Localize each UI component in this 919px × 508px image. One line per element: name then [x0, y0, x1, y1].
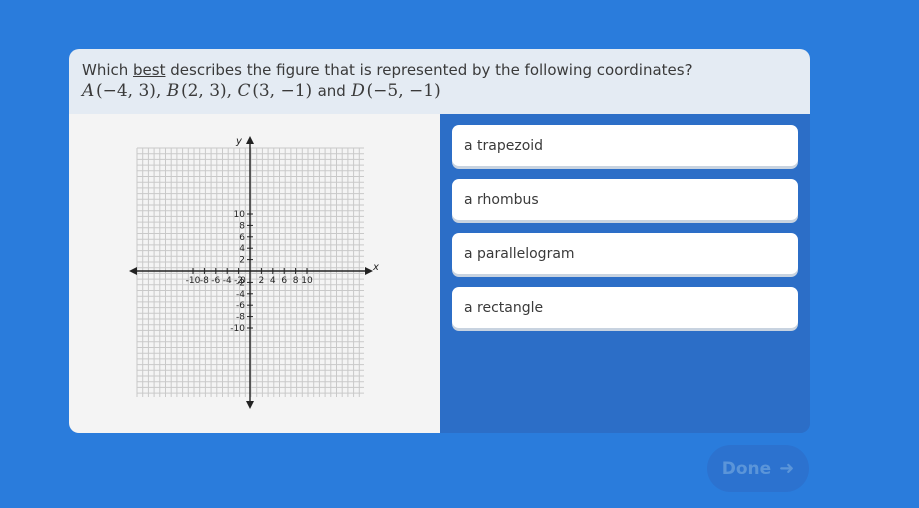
y-axis-arrow-up	[246, 136, 254, 144]
choice-label: a parallelogram	[464, 245, 575, 262]
choice-label: a trapezoid	[464, 137, 544, 154]
question-card: Which best describes the figure that is …	[69, 49, 810, 433]
x-tick-label: 2	[259, 276, 265, 286]
done-label: Done	[721, 458, 772, 479]
question-suffix: describes the figure that is represented…	[165, 61, 693, 79]
y-tick-label: -2	[236, 278, 245, 288]
x-tick-label: 8	[293, 276, 299, 286]
y-tick-label: 2	[239, 256, 245, 266]
x-tick-label: -10	[186, 276, 201, 286]
x-tick-label: 6	[281, 276, 287, 286]
x-tick-label: -4	[223, 276, 232, 286]
choice-parallelogram[interactable]: a parallelogram	[452, 233, 798, 274]
question-coordinates: A (−4, 3), B (2, 3), C (3, −1) and D (−5…	[82, 81, 441, 101]
graph-panel: x y -10 -8 -6 -4 -2 0 2 4 6 8 10 10 8 6 4 2 -2 -4 -6 -8 -10	[69, 114, 440, 433]
and-word: and	[317, 82, 346, 100]
x-tick-label: -6	[211, 276, 220, 286]
x-tick-label: 10	[301, 276, 313, 286]
y-tick-label: 4	[239, 244, 245, 254]
y-tick-label: -8	[236, 313, 245, 323]
choice-rectangle[interactable]: a rectangle	[452, 287, 798, 328]
point-b: B (2, 3)	[166, 81, 227, 101]
question-prefix: Which	[82, 61, 134, 79]
y-tick-label: 10	[234, 210, 246, 220]
point-a: A (−4, 3)	[82, 81, 156, 101]
arrow-right-icon: ➜	[779, 458, 795, 479]
point-c: C (3, −1)	[237, 81, 313, 101]
y-tick-label: -10	[230, 324, 245, 334]
y-axis-label: y	[235, 136, 243, 147]
coordinate-grid: xy-10 -8 -6 -4 -20 2 4 6 8 10108642-2-4-6-8-10	[129, 136, 379, 409]
x-axis-arrow-right	[365, 267, 373, 275]
y-tick-label: -6	[236, 301, 245, 311]
question-header: Which best describes the figure that is …	[69, 49, 810, 114]
choice-label: a rectangle	[464, 299, 544, 316]
x-tick-label: -8	[200, 276, 209, 286]
x-tick-label: 4	[270, 276, 276, 286]
question-text: Which best describes the figure that is …	[82, 60, 797, 81]
y-tick-label: 8	[239, 221, 245, 231]
choice-trapezoid[interactable]: a trapezoid	[452, 125, 798, 166]
y-tick-label: -4	[236, 290, 245, 300]
y-tick-label: 6	[239, 233, 245, 243]
x-axis-arrow-left	[129, 267, 137, 275]
question-emphasis: best	[133, 61, 166, 79]
done-button[interactable]: Done ➜	[707, 445, 809, 492]
choice-rhombus[interactable]: a rhombus	[452, 179, 798, 220]
y-axis-arrow-down	[246, 401, 254, 409]
answer-choices: a trapezoid a rhombus a parallelogram a …	[440, 114, 810, 433]
x-axis-label: x	[372, 262, 379, 273]
point-d: D (−5, −1)	[351, 81, 441, 101]
choice-label: a rhombus	[464, 191, 539, 208]
